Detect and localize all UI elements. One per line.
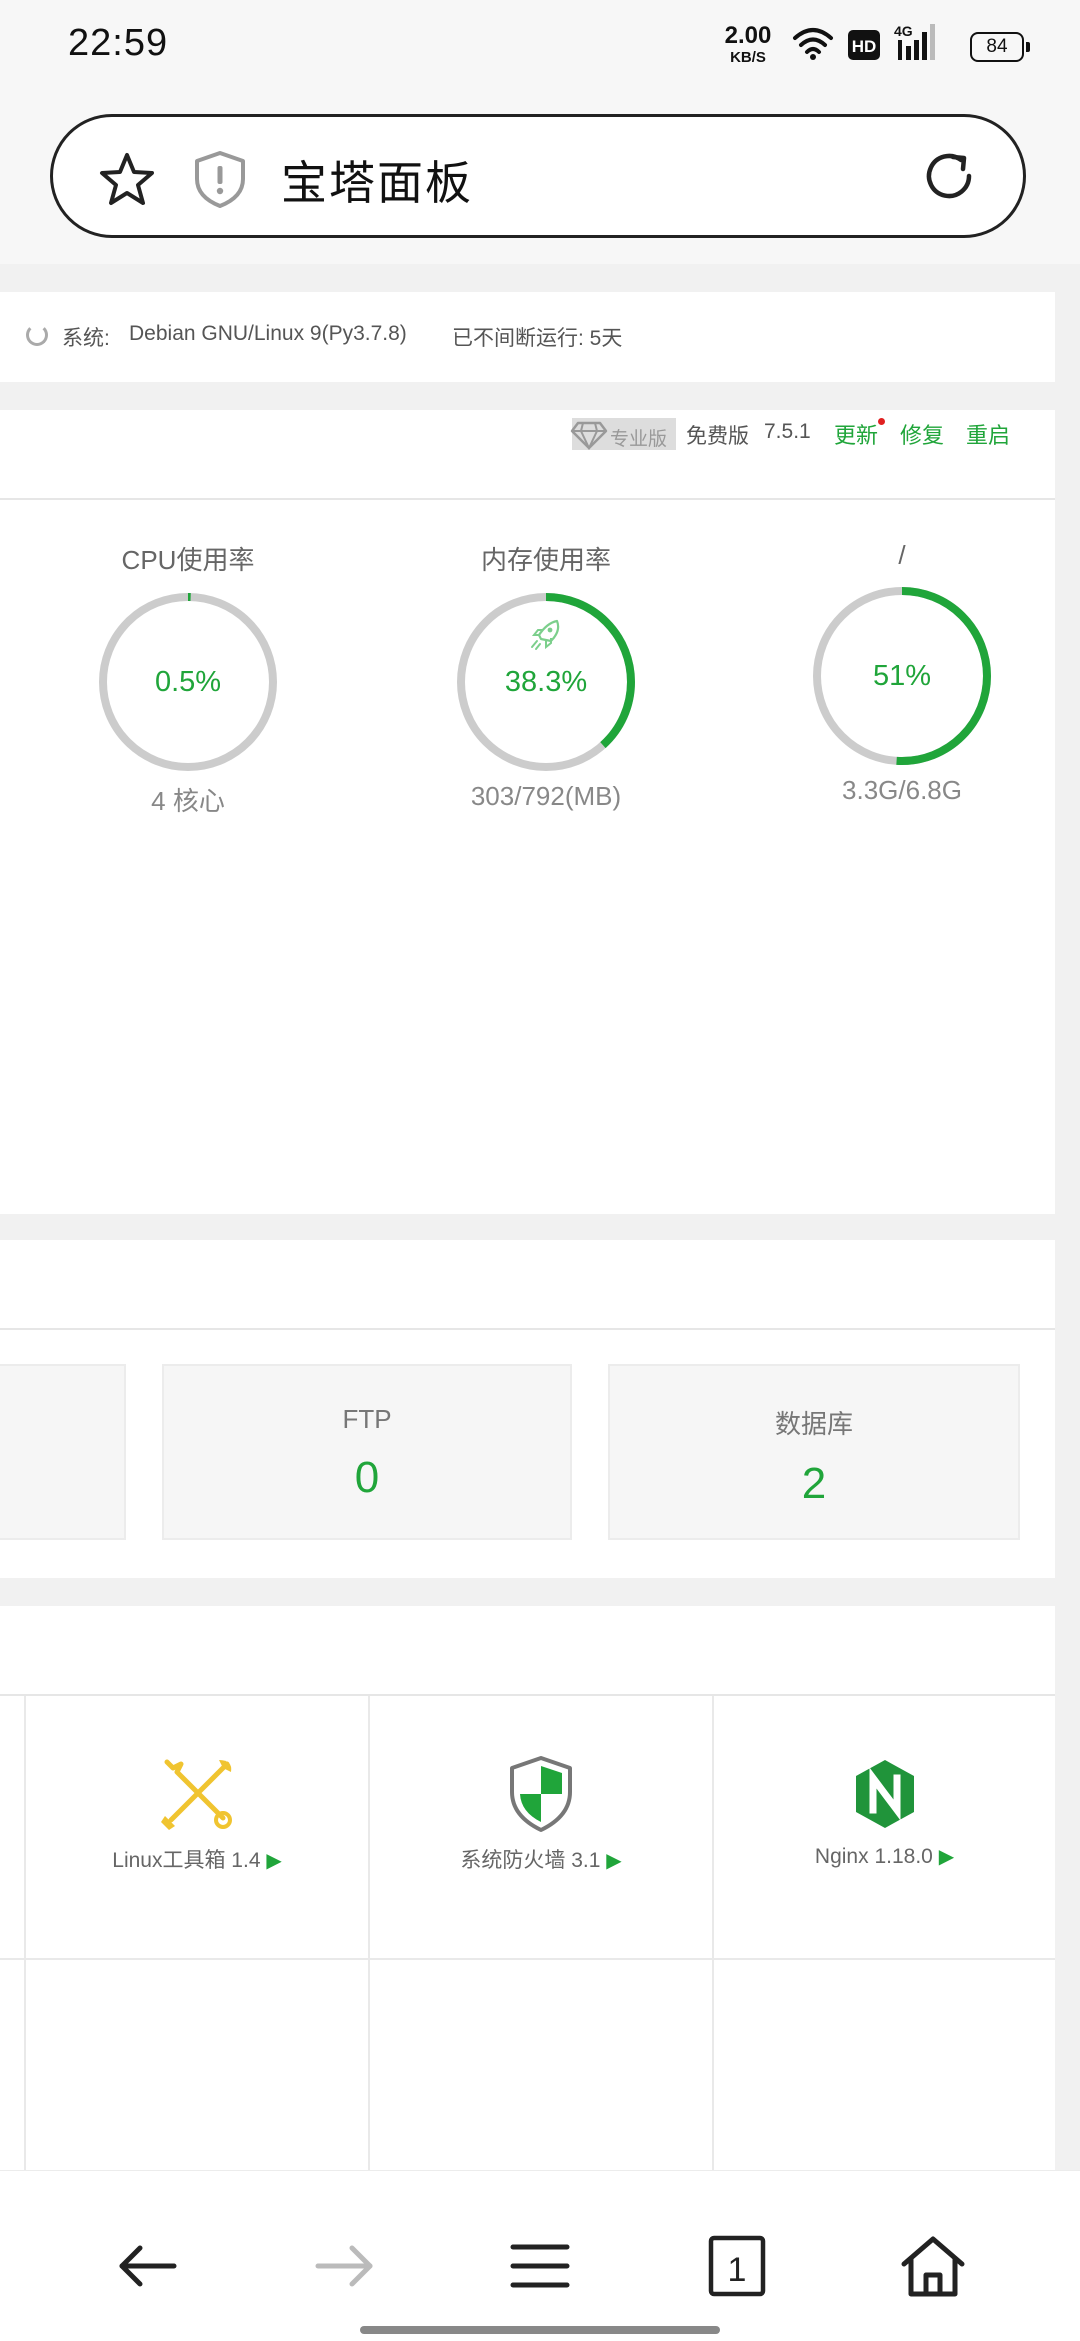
loading-spinner-icon xyxy=(26,324,48,346)
play-arrow-icon[interactable]: ▶ xyxy=(606,1850,621,1872)
battery-icon: 84 xyxy=(970,32,1030,62)
tabs-icon[interactable]: 1 xyxy=(702,2231,772,2301)
page-title: 宝塔面板 xyxy=(281,157,473,209)
firewall-shield-icon xyxy=(510,1756,572,1832)
software-name-text: Nginx 1.18.0 xyxy=(814,1845,933,1868)
software-name[interactable]: Linux工具箱 1.4 ▶ xyxy=(26,1844,368,1874)
software-name[interactable]: 系统防火墙 3.1 ▶ xyxy=(370,1844,712,1874)
uptime-text: 已不间断运行: 5天 xyxy=(452,327,623,350)
home-icon[interactable] xyxy=(898,2231,968,2301)
wifi-icon xyxy=(792,26,834,65)
nginx-icon xyxy=(855,1760,914,1828)
status-bar: 22:59 2.00 KB/S HD 4G 84 xyxy=(0,0,1080,96)
panel-header: 专业版 免费版 7.5.1 更新 修复 重启 xyxy=(0,410,1055,500)
gauge-detail: 4 核心 xyxy=(151,786,225,816)
version-number: 7.5.1 xyxy=(764,420,811,443)
gauge-percent: 51% xyxy=(872,660,932,692)
software-name-text: 系统防火墙 3.1 xyxy=(460,1849,601,1872)
overview-item-ftp[interactable]: FTP 0 xyxy=(162,1364,572,1540)
system-value: Debian GNU/Linux 9(Py3.7.8) xyxy=(129,322,407,345)
free-version-label: 免费版 xyxy=(686,425,749,448)
shield-alert-icon[interactable] xyxy=(193,149,247,214)
overview-panel: FTP 0 数据库 2 xyxy=(0,1240,1055,1578)
overview-item-database[interactable]: 数据库 2 xyxy=(608,1364,1020,1540)
software-tile-empty xyxy=(370,1960,714,2180)
pro-label: 专业版 xyxy=(610,429,668,450)
gauge-ring: 51% xyxy=(811,585,993,767)
tab-count: 1 xyxy=(728,2251,747,2289)
system-info-card: 系统: Debian GNU/Linux 9(Py3.7.8) 已不间断运行: … xyxy=(0,292,1055,382)
signal-icon: 4G xyxy=(892,22,940,67)
update-dot xyxy=(878,418,885,425)
overview-label: FTP xyxy=(342,1404,392,1434)
reload-icon[interactable] xyxy=(919,145,981,212)
network-speed-unit: KB/S xyxy=(730,49,766,66)
network-speed: 2.00 KB/S xyxy=(718,22,778,66)
status-panel: 专业版 免费版 7.5.1 更新 修复 重启 CPU使用率 0.5% 4 核心 … xyxy=(0,410,1055,1214)
restart-link[interactable]: 重启 xyxy=(966,418,1010,450)
status-time: 22:59 xyxy=(68,22,169,64)
forward-arrow-icon[interactable] xyxy=(308,2231,378,2301)
network-speed-value: 2.00 xyxy=(724,22,772,49)
gauge-label: 内存使用率 xyxy=(480,545,611,575)
tools-icon xyxy=(161,1759,232,1830)
gauge-percent: 38.3% xyxy=(504,666,588,698)
gauge-detail: 3.3G/6.8G xyxy=(842,775,962,805)
software-tile-empty xyxy=(714,1960,1055,2180)
gauge-ring: 0.5% xyxy=(97,591,279,773)
play-arrow-icon[interactable]: ▶ xyxy=(939,1846,954,1868)
gauge-label: CPU使用率 xyxy=(121,545,255,575)
update-link[interactable]: 更新 xyxy=(834,418,878,450)
software-tile-firewall[interactable]: 系统防火墙 3.1 ▶ xyxy=(370,1696,714,1960)
menu-icon[interactable] xyxy=(505,2231,575,2301)
software-panel: Linux工具箱 1.4 ▶ 系统防火墙 3.1 ▶ Nginx 1.18.0 … xyxy=(0,1606,1055,2180)
hd-label: HD xyxy=(852,37,877,56)
software-tile-nginx[interactable]: Nginx 1.18.0 ▶ xyxy=(714,1696,1055,1960)
software-tile xyxy=(0,1960,26,2180)
address-bar[interactable]: 宝塔面板 xyxy=(50,114,1026,238)
pro-version-badge[interactable]: 专业版 xyxy=(570,418,676,451)
status-icons: 2.00 KB/S HD 4G 84 xyxy=(660,22,1080,70)
system-label: 系统: xyxy=(62,327,110,350)
gauge-disk[interactable]: / 51% 3.3G/6.8G xyxy=(782,540,1022,806)
browser-bottom-nav: 1 xyxy=(0,2170,1080,2341)
back-arrow-icon[interactable] xyxy=(114,2231,184,2301)
overview-label: 数据库 xyxy=(774,1409,853,1439)
hd-icon: HD xyxy=(848,30,880,65)
play-arrow-icon[interactable]: ▶ xyxy=(266,1850,281,1872)
battery-level: 84 xyxy=(986,36,1008,57)
gauge-ring: 38.3% xyxy=(455,591,637,773)
home-indicator[interactable] xyxy=(360,2326,720,2334)
overview-item-sites[interactable] xyxy=(0,1364,126,1540)
software-name[interactable]: Nginx 1.18.0 ▶ xyxy=(714,1844,1055,1869)
overview-header xyxy=(0,1240,1055,1330)
gauge-cpu[interactable]: CPU使用率 0.5% 4 核心 xyxy=(68,540,308,818)
overview-value: 2 xyxy=(801,1459,827,1508)
software-tile xyxy=(0,1696,26,1960)
diamond-icon xyxy=(570,420,608,455)
gauge-memory[interactable]: 内存使用率 38.3% 303/792(MB) xyxy=(426,540,666,812)
software-tile-linux-toolbox[interactable]: Linux工具箱 1.4 ▶ xyxy=(26,1696,370,1960)
gauge-detail: 303/792(MB) xyxy=(470,781,622,811)
software-name-text: Linux工具箱 1.4 xyxy=(112,1849,261,1872)
software-tile-empty xyxy=(26,1960,370,2180)
repair-link[interactable]: 修复 xyxy=(900,418,944,450)
gauge-percent: 0.5% xyxy=(154,666,222,698)
star-icon[interactable] xyxy=(97,149,157,214)
overview-value: 0 xyxy=(354,1453,380,1502)
browser-toolbar: 宝塔面板 xyxy=(0,96,1080,264)
signal-label: 4G xyxy=(894,23,913,39)
gauge-label: / xyxy=(898,540,906,570)
software-header xyxy=(0,1606,1055,1696)
